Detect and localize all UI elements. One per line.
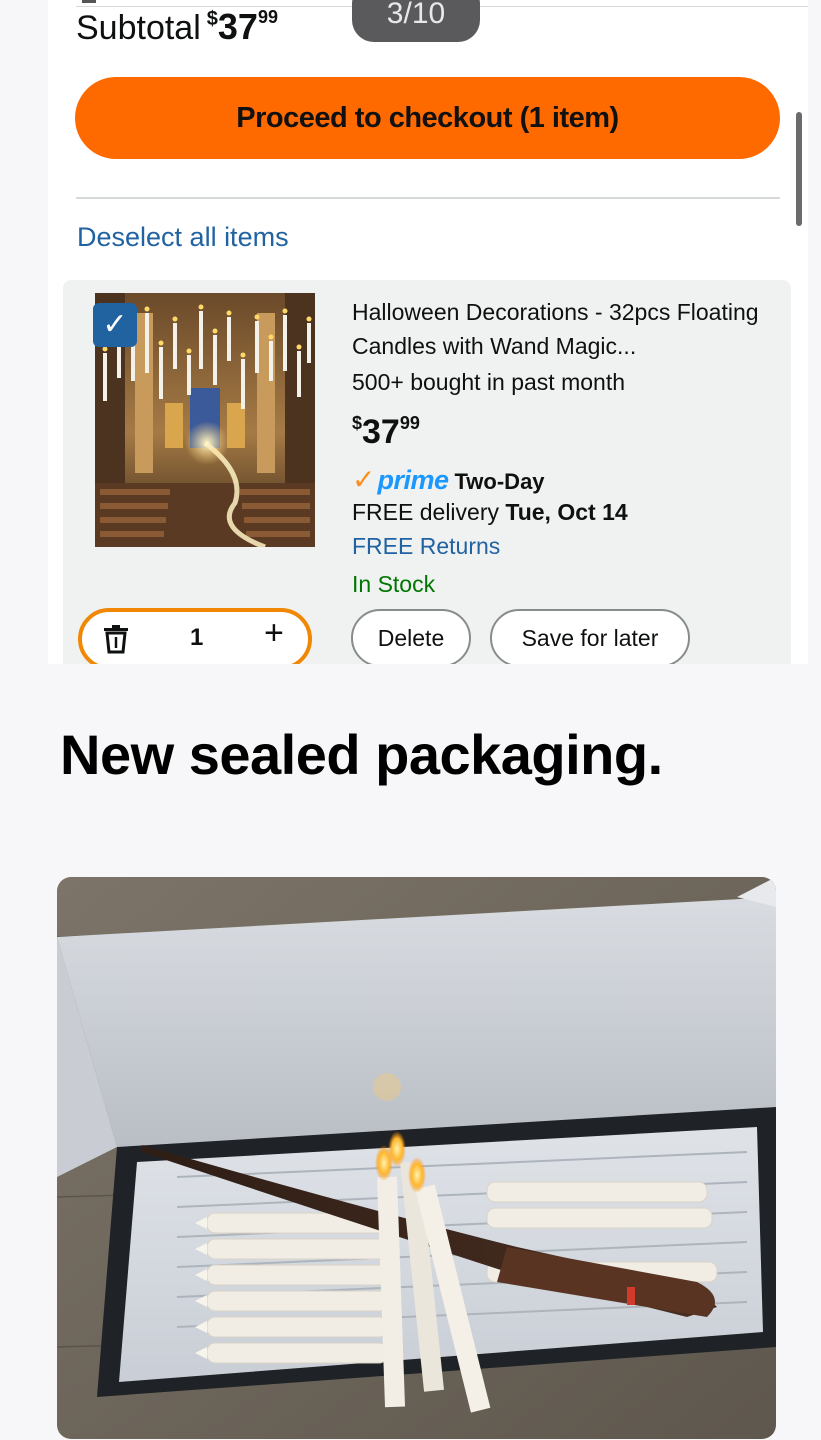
- delivery-info: FREE delivery Tue, Oct 14: [352, 499, 628, 526]
- stock-status: In Stock: [352, 571, 436, 597]
- cart-screenshot: Subtotal $3799 Proceed to checkout (1 ite…: [48, 0, 808, 664]
- image-counter: 3/10: [352, 0, 480, 42]
- section-divider: [76, 197, 780, 199]
- delivery-prefix: FREE delivery: [352, 499, 499, 525]
- proceed-to-checkout-button[interactable]: Proceed to checkout (1 item): [75, 77, 780, 159]
- item-price: $3799: [352, 413, 420, 452]
- trash-icon[interactable]: [102, 624, 130, 654]
- scrollbar[interactable]: [796, 112, 802, 226]
- subtotal-currency: $: [206, 8, 218, 30]
- product-title[interactable]: Halloween Decorations - 32pcs Floating C…: [352, 295, 772, 363]
- subtotal-cents: 99: [257, 7, 278, 27]
- caption: New sealed packaging.: [60, 723, 663, 786]
- packaging-photo: [57, 877, 776, 1439]
- delete-button[interactable]: Delete: [351, 609, 471, 664]
- quantity-value: 1: [190, 624, 204, 651]
- delivery-date: Tue, Oct 14: [505, 499, 628, 525]
- subtotal-whole: 37: [217, 6, 258, 47]
- prime-check-icon: ✓: [352, 464, 376, 495]
- price-cents: 99: [399, 413, 420, 433]
- top-edge-mark: [82, 0, 96, 3]
- prime-badge: ✓ prime Two-Day: [352, 463, 545, 496]
- price-whole: 37: [362, 413, 400, 451]
- checkbox-checked-icon[interactable]: ✓: [93, 303, 137, 347]
- prime-speed: Two-Day: [454, 469, 545, 494]
- free-returns-link[interactable]: FREE Returns: [352, 533, 500, 560]
- cart-item: ✓ Halloween Decorations - 32pcs Floating…: [63, 280, 791, 664]
- bought-count: 500+ bought in past month: [352, 369, 626, 395]
- save-for-later-button[interactable]: Save for later: [490, 609, 690, 664]
- plus-icon[interactable]: +: [264, 614, 284, 653]
- subtotal-label: Subtotal: [76, 9, 201, 47]
- prime-logo: prime: [377, 465, 449, 495]
- subtotal: Subtotal $3799: [76, 6, 278, 48]
- deselect-all-link[interactable]: Deselect all items: [77, 222, 289, 253]
- price-currency: $: [352, 413, 363, 433]
- quantity-stepper: 1 +: [78, 608, 312, 664]
